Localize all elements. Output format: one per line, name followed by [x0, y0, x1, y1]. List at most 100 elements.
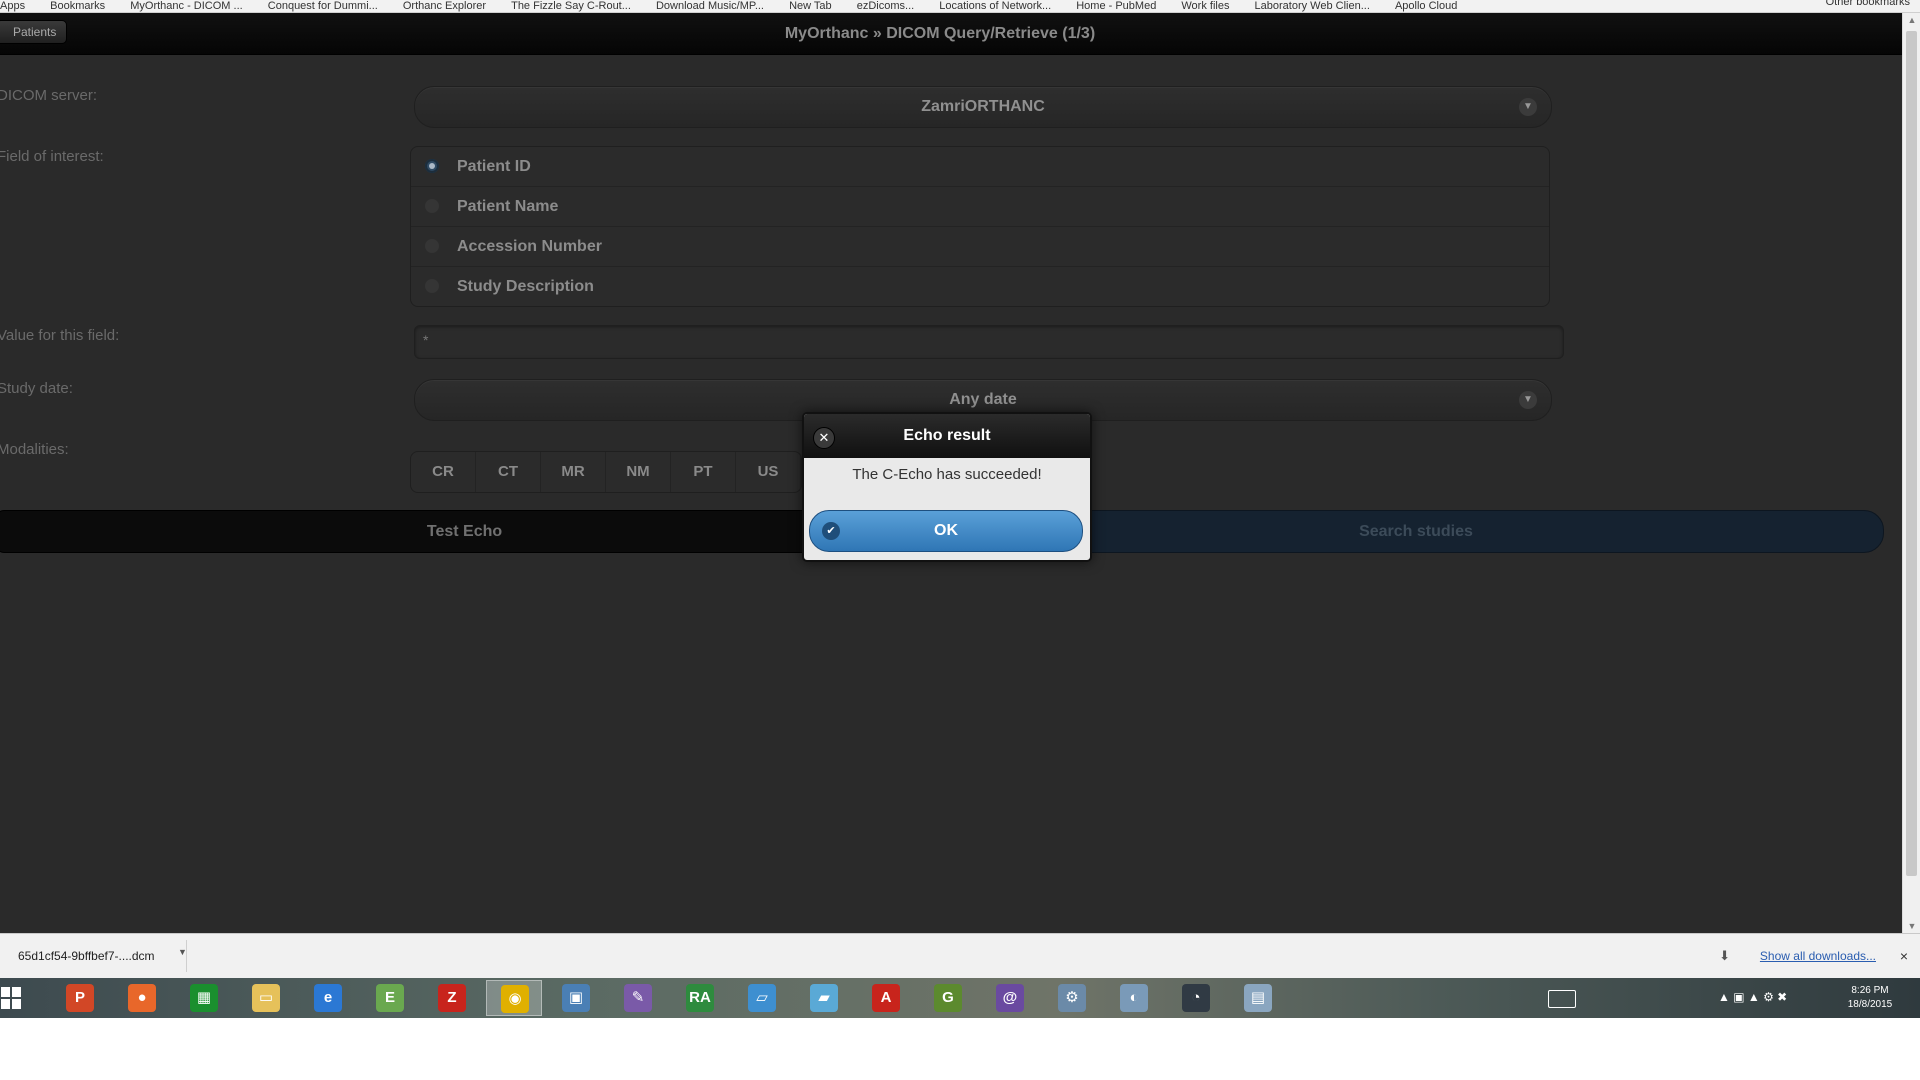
radio-accession-number[interactable]: Accession Number [411, 227, 1549, 267]
bookmark-item[interactable]: Bookmarks [50, 1, 105, 12]
radio-study-description[interactable]: Study Description [411, 267, 1549, 306]
bookmarks-bar: Apps Bookmarks MyOrthanc - DICOM ... Con… [0, 0, 1920, 13]
taskbar-app[interactable]: ✎ [610, 980, 666, 1016]
radio-unchecked-icon [425, 239, 439, 253]
modality-mr-button[interactable]: MR [541, 452, 606, 492]
modality-cr-button[interactable]: CR [411, 452, 476, 492]
dialog-title: Echo result [903, 427, 991, 444]
taskbar-app[interactable]: ▭ [238, 980, 294, 1016]
value-field-label: Value for this field: [0, 327, 120, 344]
notes-icon: ▰ [810, 984, 838, 1012]
taskbar-app[interactable]: RA [672, 980, 728, 1016]
field-of-interest-label: Field of interest: [0, 148, 104, 165]
download-bar: 65d1cf54-9bffbef7-....dcm ▼ ⬇ Show all d… [0, 933, 1920, 979]
chevron-down-icon: ▼ [1519, 98, 1537, 116]
bookmark-apps[interactable]: Apps [0, 1, 25, 12]
taskbar-app[interactable]: Z [424, 980, 480, 1016]
powerpoint-icon: P [66, 984, 94, 1012]
radio-unchecked-icon [425, 279, 439, 293]
taskbar-app[interactable]: @ [982, 980, 1038, 1016]
internet-explorer-icon: e [314, 984, 342, 1012]
taskbar-app[interactable]: A [858, 980, 914, 1016]
scroll-up-icon[interactable]: ▲ [1907, 15, 1917, 25]
radio-label: Accession Number [457, 238, 602, 255]
radio-label: Study Description [457, 278, 594, 295]
test-echo-button[interactable]: Test Echo [0, 510, 933, 553]
radio-patient-id[interactable]: Patient ID [411, 147, 1549, 187]
download-item[interactable]: 65d1cf54-9bffbef7-....dcm ▼ [0, 940, 187, 972]
close-icon[interactable]: ✕ [813, 427, 835, 449]
bookmark-item[interactable]: The Fizzle Say C-Rout... [511, 1, 631, 12]
taskbar-app[interactable]: ◔ [1168, 980, 1224, 1016]
taskbar-app[interactable]: P [52, 980, 108, 1016]
bookmark-item[interactable]: ezDicoms... [857, 1, 914, 12]
taskbar-app[interactable]: ▦ [176, 980, 232, 1016]
modality-us-button[interactable]: US [736, 452, 801, 492]
evernote-icon: E [376, 984, 404, 1012]
bookmark-item[interactable]: Laboratory Web Clien... [1255, 1, 1370, 12]
study-date-label: Study date: [0, 380, 73, 397]
keyboard-icon[interactable] [1548, 990, 1576, 1008]
ok-button[interactable]: ✔ OK [809, 510, 1083, 552]
taskbar-app[interactable]: ▱ [734, 980, 790, 1016]
dicom-server-select[interactable]: ZamriORTHANC ▼ [414, 86, 1552, 128]
taskbar-app[interactable]: ⚙ [1044, 980, 1100, 1016]
taskbar-app[interactable]: ▣ [548, 980, 604, 1016]
project-icon: ▦ [190, 984, 218, 1012]
modality-ct-button[interactable]: CT [476, 452, 541, 492]
taskbar-app[interactable]: ▰ [796, 980, 852, 1016]
modality-pt-button[interactable]: PT [671, 452, 736, 492]
bookmark-item[interactable]: Orthanc Explorer [403, 1, 486, 12]
chevron-down-icon: ▼ [1519, 391, 1537, 409]
close-icon[interactable]: × [1900, 934, 1908, 979]
radio-label: Patient ID [457, 158, 531, 175]
clock-time: 8:26 PM [1851, 985, 1889, 996]
page-scrollbar[interactable]: ▲ ▼ [1902, 13, 1920, 933]
scrollbar-thumb[interactable] [1906, 31, 1917, 876]
bookmark-item[interactable]: Home - PubMed [1076, 1, 1156, 12]
radiant-icon: RA [686, 984, 714, 1012]
bookmark-item[interactable]: Conquest for Dummi... [268, 1, 378, 12]
bookmark-other[interactable]: Other bookmarks [1826, 0, 1910, 8]
radio-patient-name[interactable]: Patient Name [411, 187, 1549, 227]
study-date-value: Any date [949, 391, 1017, 408]
scroll-down-icon[interactable]: ▼ [1907, 921, 1917, 931]
paint-palette-icon: ◐ [1120, 984, 1148, 1012]
firefox-icon: ● [128, 984, 156, 1012]
bookmark-item[interactable]: MyOrthanc - DICOM ... [130, 1, 242, 12]
taskbar-app[interactable]: ▤ [1230, 980, 1286, 1016]
taskbar-app[interactable]: ● [114, 980, 170, 1016]
page-title: MyOrthanc » DICOM Query/Retrieve (1/3) [784, 25, 1096, 42]
chevron-down-icon[interactable]: ▼ [178, 936, 187, 968]
app-page: Patients MyOrthanc » DICOM Query/Retriev… [0, 13, 1902, 933]
modality-nm-button[interactable]: NM [606, 452, 671, 492]
clock-date: 18/8/2015 [1847, 999, 1893, 1010]
field-of-interest-group: Patient ID Patient Name Accession Number… [410, 146, 1550, 307]
bookmark-item[interactable]: Download Music/MP... [656, 1, 764, 12]
dicom-server-value: ZamriORTHANC [921, 98, 1045, 115]
checkmark-icon: ✔ [822, 522, 840, 540]
chrome-icon: ◉ [501, 985, 529, 1013]
taskbar-app[interactable]: ◉ [486, 980, 542, 1016]
bookmark-item[interactable]: Locations of Network... [939, 1, 1051, 12]
network-tool-icon: ▣ [562, 984, 590, 1012]
taskbar-app[interactable]: G [920, 980, 976, 1016]
bookmark-item[interactable]: Apollo Cloud [1395, 1, 1457, 12]
dicom-server-label: DICOM server: [0, 87, 98, 104]
clock[interactable]: 8:26 PM 18/8/2015 [1834, 984, 1906, 1012]
value-input[interactable]: * [414, 325, 1564, 359]
bookmark-item[interactable]: New Tab [789, 1, 832, 12]
taskbar-app[interactable]: ◐ [1106, 980, 1162, 1016]
taskbar-app[interactable]: e [300, 980, 356, 1016]
windows-start-icon[interactable] [0, 986, 22, 1010]
taskbar-app[interactable]: E [362, 980, 418, 1016]
system-tray[interactable]: ▲ ▣ ▲ ⚙ ✖ [1718, 990, 1787, 1004]
acrobat-icon: A [872, 984, 900, 1012]
app-header: Patients MyOrthanc » DICOM Query/Retriev… [0, 13, 1902, 55]
modalities-group: CR CT MR NM PT US [410, 451, 802, 493]
show-all-downloads-link[interactable]: Show all downloads... [1760, 934, 1876, 979]
settings-icon: ⚙ [1058, 984, 1086, 1012]
paint-icon: ✎ [624, 984, 652, 1012]
ok-button-label: OK [934, 522, 958, 539]
bookmark-item[interactable]: Work files [1181, 1, 1229, 12]
